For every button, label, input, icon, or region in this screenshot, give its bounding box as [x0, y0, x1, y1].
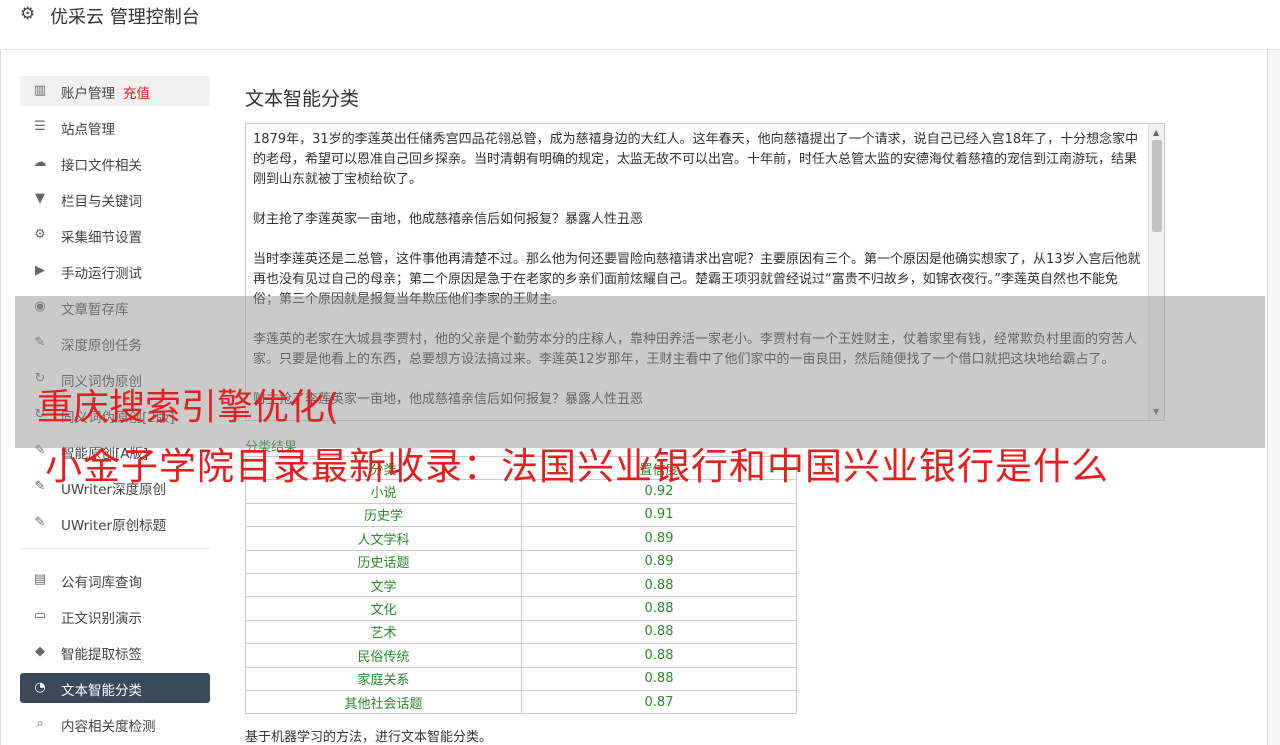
sidebar-item-text: 正文识别演示 — [61, 611, 142, 627]
sidebar-item[interactable]: ▶ 手动运行测试 — [20, 256, 210, 286]
category-cell: 人文学科 — [245, 526, 522, 551]
sidebar-item-text: UWriter原创标题 — [61, 518, 167, 534]
category-cell: 文学 — [245, 572, 522, 598]
confidence-cell: 0.88 — [521, 666, 797, 691]
app-title: 优采云 管理控制台 — [50, 7, 200, 28]
sidebar-item-label: 接口文件相关 — [61, 154, 142, 174]
sidebar-item-label: UWriter原创标题 — [61, 514, 166, 534]
overlay-headline-2: 小金子学院目录最新收录：法国兴业银行和中国兴业银行是什么 — [45, 445, 1109, 488]
table-row: 其他社会话题 0.87 — [245, 689, 797, 715]
desktop-icon: ▭ — [33, 608, 47, 623]
table-row: 民俗传统 0.88 — [245, 643, 797, 668]
page-scrollbar[interactable] — [1268, 0, 1280, 745]
sidebar-item[interactable]: ▭ 正文识别演示 — [20, 601, 210, 631]
sidebar-item-label: 账户管理 充值 — [61, 82, 150, 102]
sidebar-item-text: 栏目与关键词 — [61, 194, 142, 210]
confidence-cell: 0.89 — [521, 549, 797, 574]
sidebar-item-text: 采集细节设置 — [61, 230, 142, 246]
table-row: 历史学 0.91 — [245, 502, 797, 528]
sidebar-item-text: 内容相关度检测 — [61, 719, 156, 735]
filter-icon: ▼ — [35, 191, 45, 206]
sidebar-item[interactable]: ⚙ 采集细节设置 — [20, 220, 210, 250]
book-icon: ▤ — [33, 572, 47, 587]
sidebar-item[interactable]: ▤ 公有词库查询 — [20, 565, 210, 595]
sidebar-item-label: 公有词库查询 — [61, 571, 142, 591]
sidebar-item-label: 手动运行测试 — [61, 262, 142, 282]
category-cell: 艺术 — [245, 619, 522, 645]
confidence-cell: 0.88 — [521, 643, 797, 668]
sidebar-item-label: 文本智能分类 — [61, 679, 142, 699]
confidence-cell: 0.88 — [521, 596, 797, 621]
sidebar-item[interactable]: ✎ UWriter原创标题 — [20, 508, 210, 538]
sidebar-item-text: 账户管理 — [61, 86, 115, 102]
confidence-cell: 0.89 — [521, 526, 797, 551]
top-bar: ⚙ 优采云 管理控制台 — [0, 0, 1280, 50]
category-cell: 历史话题 — [245, 549, 522, 574]
edit-icon: ✎ — [34, 515, 46, 530]
sidebar-item[interactable]: ☰ 站点管理 — [20, 112, 210, 142]
play-circle-icon: ▶ — [35, 263, 45, 278]
pie-chart-icon: ◔ — [34, 680, 46, 695]
category-cell: 其他社会话题 — [245, 689, 522, 715]
gear-icon: ⚙ — [20, 4, 36, 24]
text-paragraph: 1879年，31岁的李莲英出任储秀宫四品花翎总管，成为慈禧身边的大红人。这年春天… — [253, 132, 1139, 187]
sidebar-item[interactable]: ▥ 账户管理 充值 — [20, 76, 210, 106]
tag-icon: ◆ — [35, 644, 45, 659]
sidebar-item-text: 公有词库查询 — [61, 575, 142, 591]
category-cell: 家庭关系 — [245, 666, 522, 691]
bar-chart-icon: ▥ — [33, 83, 47, 98]
search-icon: ⌕ — [36, 716, 44, 731]
sidebar-item[interactable]: ◔ 文本智能分类 — [20, 673, 210, 703]
confidence-cell: 0.91 — [521, 502, 797, 528]
sidebar-item-label: 正文识别演示 — [61, 607, 142, 627]
sidebar-item[interactable]: ▼ 栏目与关键词 — [20, 184, 210, 214]
page-title: 文本智能分类 — [245, 88, 360, 110]
text-paragraph: 财主抢了李莲英家一亩地，他成慈禧亲信后如何报复？暴露人性丑恶 — [253, 212, 644, 227]
cogs-icon: ⚙ — [34, 227, 46, 242]
recharge-link[interactable]: 充值 — [123, 86, 150, 102]
sidebar-item-text: 手动运行测试 — [61, 266, 142, 282]
table-row: 家庭关系 0.88 — [245, 666, 797, 691]
table-row: 文化 0.88 — [245, 596, 797, 621]
window-frame-left — [0, 0, 1, 745]
confidence-cell: 0.88 — [521, 572, 797, 598]
table-row: 文学 0.88 — [245, 572, 797, 598]
sidebar-item[interactable]: ◆ 智能提取标签 — [20, 637, 210, 667]
confidence-cell: 0.88 — [521, 619, 797, 645]
sidebar-item[interactable]: ☁ 接口文件相关 — [20, 148, 210, 178]
sidebar-divider — [20, 548, 210, 549]
sidebar-item-text: 站点管理 — [61, 122, 115, 138]
table-row: 人文学科 0.89 — [245, 526, 797, 551]
table-row: 历史话题 0.89 — [245, 549, 797, 574]
scroll-up-icon[interactable]: ▲ — [1153, 128, 1159, 137]
server-icon: ☰ — [34, 119, 46, 134]
sidebar-item-label: 站点管理 — [61, 118, 115, 138]
scroll-thumb[interactable] — [1152, 140, 1162, 232]
cloud-upload-icon: ☁ — [33, 155, 47, 170]
result-table: 分类 置信度 小说 0.92 历史学 0.91 人文学科 0.89 历史话题 0.89 文学 0.… — [245, 455, 797, 715]
overlay-headline-1: 重庆搜索引擎优化( — [37, 387, 340, 428]
category-cell: 文化 — [245, 596, 522, 621]
sidebar-item-label: 智能提取标签 — [61, 643, 142, 663]
sidebar-item[interactable]: ⌕ 内容相关度检测 — [20, 709, 210, 739]
sidebar-item-label: 采集细节设置 — [61, 226, 142, 246]
confidence-cell: 0.87 — [521, 689, 797, 715]
sidebar-item-text: 接口文件相关 — [61, 158, 142, 174]
sidebar-item-text: 文本智能分类 — [61, 683, 142, 699]
sidebar-item-label: 栏目与关键词 — [61, 190, 142, 210]
table-row: 艺术 0.88 — [245, 619, 797, 645]
category-cell: 历史学 — [245, 502, 522, 528]
description-note: 基于机器学习的方法，进行文本智能分类。 — [245, 730, 493, 745]
sidebar-item-text: 智能提取标签 — [61, 647, 142, 663]
category-cell: 民俗传统 — [245, 643, 522, 668]
sidebar-item-label: 内容相关度检测 — [61, 715, 156, 735]
